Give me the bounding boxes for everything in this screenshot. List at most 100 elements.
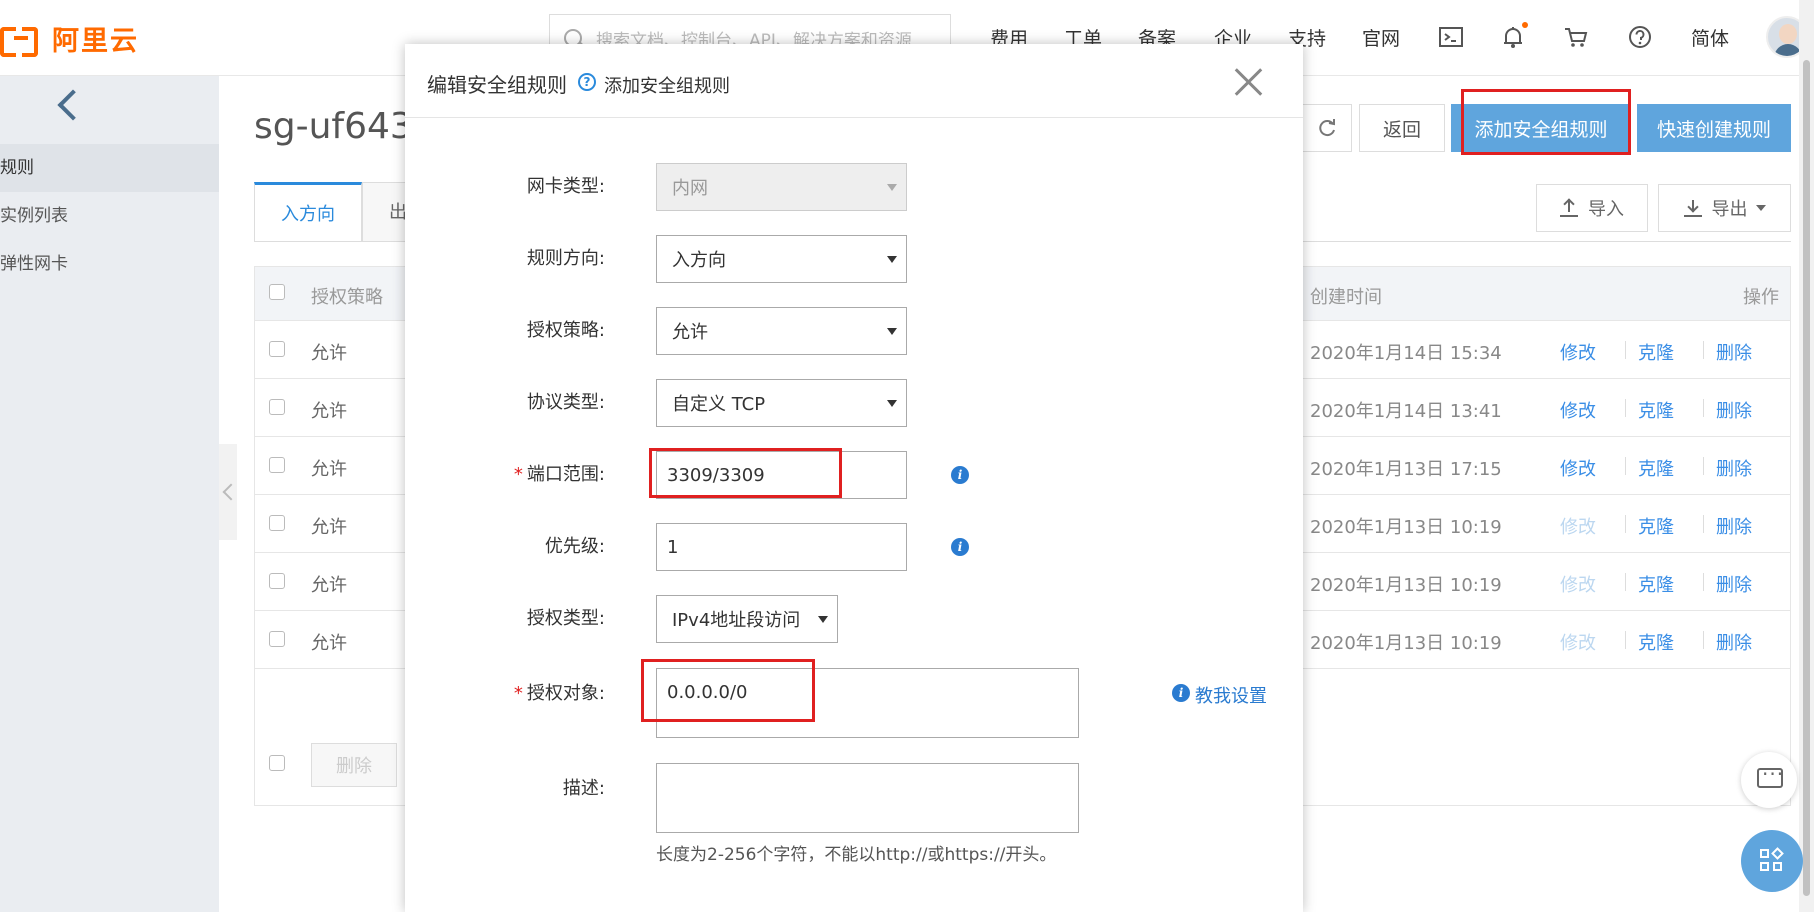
- help-circle-icon[interactable]: [1627, 24, 1653, 50]
- row-clone-link[interactable]: 克隆: [1638, 571, 1674, 597]
- close-icon[interactable]: [1235, 68, 1263, 96]
- auth-object-textarea[interactable]: 0.0.0.0/0: [656, 668, 1079, 738]
- add-rule-help-link[interactable]: 添加安全组规则: [604, 72, 730, 98]
- sidebar-item-eni[interactable]: 弹性网卡: [0, 240, 219, 288]
- action-separator: [1625, 399, 1626, 417]
- row-created: 2020年1月13日 10:19: [1310, 517, 1502, 538]
- cart-icon[interactable]: [1563, 24, 1589, 50]
- export-button[interactable]: 导出: [1658, 184, 1791, 232]
- row-clone-link[interactable]: 克隆: [1638, 629, 1674, 655]
- row-checkbox[interactable]: [269, 515, 285, 531]
- protocol-label: 协议类型:: [526, 392, 605, 413]
- action-separator: [1625, 515, 1626, 533]
- row-policy: 允许: [311, 401, 347, 422]
- row-edit-link[interactable]: 修改: [1560, 455, 1596, 481]
- row-clone-link[interactable]: 克隆: [1638, 513, 1674, 539]
- auth-object-label: * 授权对象:: [405, 679, 605, 705]
- col-created-header: 创建时间: [1310, 287, 1382, 308]
- sidebar: 规则 实例列表 弹性网卡: [0, 76, 219, 912]
- port-range-input[interactable]: 3309/3309: [656, 451, 907, 499]
- tab-inbound[interactable]: 入方向: [254, 182, 362, 242]
- row-checkbox[interactable]: [269, 341, 285, 357]
- description-textarea[interactable]: [656, 763, 1079, 833]
- action-separator: [1703, 631, 1704, 649]
- row-created: 2020年1月14日 15:34: [1310, 343, 1502, 364]
- row-delete-link[interactable]: 删除: [1716, 513, 1752, 539]
- row-edit-link[interactable]: 修改: [1560, 629, 1596, 655]
- dropdown-caret-icon: [887, 328, 897, 335]
- aliyun-logo[interactable]: 阿里云: [0, 20, 139, 57]
- row-clone-link[interactable]: 克隆: [1638, 339, 1674, 365]
- required-mark: *: [513, 464, 523, 485]
- dropdown-caret-icon: [818, 616, 828, 623]
- row-delete-link[interactable]: 删除: [1716, 571, 1752, 597]
- nic-type-label: 网卡类型:: [526, 176, 605, 197]
- priority-info-icon[interactable]: i: [951, 538, 969, 556]
- select-all-checkbox[interactable]: [269, 284, 285, 300]
- return-button[interactable]: 返回: [1359, 104, 1445, 152]
- row-policy: 允许: [311, 343, 347, 364]
- teach-me-link[interactable]: 教我设置: [1195, 682, 1267, 708]
- port-info-icon[interactable]: i: [951, 466, 969, 484]
- sidebar-collapse-toggle[interactable]: [219, 444, 237, 540]
- row-delete-link[interactable]: 删除: [1716, 397, 1752, 423]
- direction-select[interactable]: 入方向: [656, 235, 907, 283]
- row-clone-link[interactable]: 克隆: [1638, 397, 1674, 423]
- col-actions-header: 操作: [1743, 287, 1779, 308]
- bell-icon[interactable]: [1500, 22, 1528, 50]
- row-checkbox[interactable]: [269, 399, 285, 415]
- terminal-icon[interactable]: [1438, 24, 1464, 50]
- action-separator: [1703, 573, 1704, 591]
- chat-button[interactable]: [1741, 752, 1797, 808]
- import-button[interactable]: 导入: [1536, 184, 1648, 232]
- scrollbar-thumb[interactable]: [1803, 60, 1810, 896]
- row-checkbox[interactable]: [269, 457, 285, 473]
- protocol-select[interactable]: 自定义 TCP: [656, 379, 907, 427]
- refresh-button[interactable]: [1302, 104, 1352, 152]
- row-checkbox[interactable]: [269, 631, 285, 647]
- protocol-value: 自定义 TCP: [672, 394, 766, 415]
- row-delete-link[interactable]: 删除: [1716, 455, 1752, 481]
- dropdown-caret-icon: [887, 256, 897, 263]
- auth-object-value: 0.0.0.0/0: [667, 682, 748, 703]
- row-edit-link[interactable]: 修改: [1560, 397, 1596, 423]
- add-security-rule-button[interactable]: 添加安全组规则: [1451, 104, 1631, 152]
- auth-type-label: 授权类型:: [526, 608, 605, 629]
- nav-official-site[interactable]: 官网: [1362, 24, 1400, 51]
- required-mark: *: [513, 683, 523, 704]
- row-clone-link[interactable]: 克隆: [1638, 455, 1674, 481]
- row-policy: 允许: [311, 633, 347, 654]
- aliyun-logo-icon: [0, 23, 44, 57]
- action-separator: [1703, 399, 1704, 417]
- row-edit-link[interactable]: 修改: [1560, 339, 1596, 365]
- sidebar-item-rules[interactable]: 规则: [0, 144, 219, 192]
- bulk-delete-button[interactable]: 删除: [311, 743, 397, 787]
- row-delete-link[interactable]: 删除: [1716, 629, 1752, 655]
- row-created: 2020年1月13日 10:19: [1310, 633, 1502, 654]
- priority-input[interactable]: 1: [656, 523, 907, 571]
- quick-create-rule-button[interactable]: 快速创建规则: [1637, 104, 1791, 152]
- sidebar-item-instances[interactable]: 实例列表: [0, 192, 219, 240]
- help-question-icon[interactable]: ?: [578, 73, 596, 91]
- policy-select[interactable]: 允许: [656, 307, 907, 355]
- priority-label: 优先级:: [544, 536, 605, 557]
- row-delete-link[interactable]: 删除: [1716, 339, 1752, 365]
- action-separator: [1625, 631, 1626, 649]
- edit-rule-dialog: 编辑安全组规则 ? 添加安全组规则 网卡类型: 内网 规则方向: 入方向 授权策…: [405, 44, 1303, 912]
- action-separator: [1625, 457, 1626, 475]
- back-chevron-icon[interactable]: [57, 89, 89, 121]
- footer-select-checkbox[interactable]: [269, 755, 285, 771]
- apps-button[interactable]: [1741, 830, 1803, 892]
- notification-dot: [1522, 22, 1528, 28]
- dropdown-caret-icon: [887, 400, 897, 407]
- teach-info-icon[interactable]: i: [1172, 684, 1190, 702]
- row-edit-link[interactable]: 修改: [1560, 571, 1596, 597]
- row-created: 2020年1月13日 10:19: [1310, 575, 1502, 596]
- auth-type-value: IPv4地址段访问: [672, 610, 801, 631]
- auth-type-select[interactable]: IPv4地址段访问: [656, 595, 838, 643]
- dropdown-caret-icon: [887, 184, 897, 191]
- col-policy-header: 授权策略: [311, 287, 383, 308]
- row-edit-link[interactable]: 修改: [1560, 513, 1596, 539]
- row-checkbox[interactable]: [269, 573, 285, 589]
- language-switch[interactable]: 简体: [1691, 24, 1729, 51]
